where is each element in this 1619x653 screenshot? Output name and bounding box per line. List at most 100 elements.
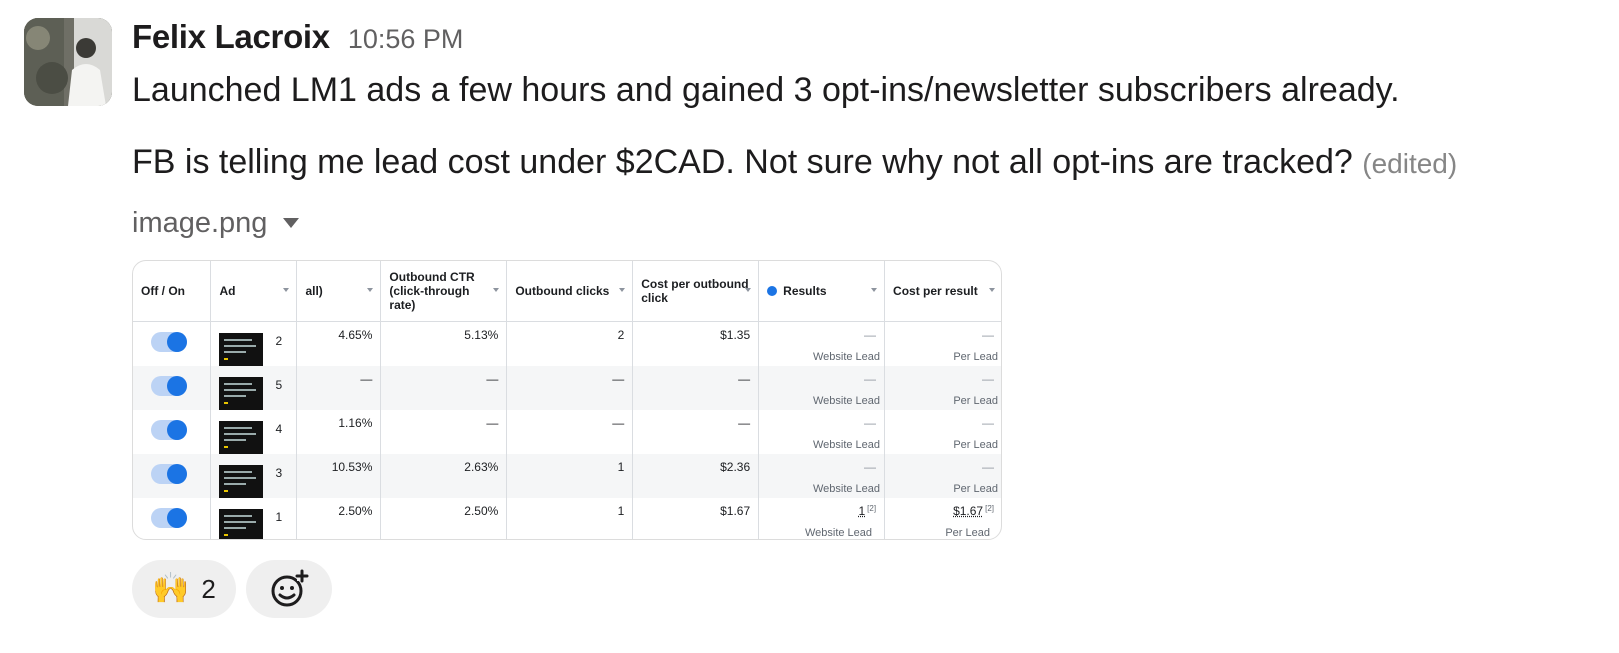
header-outbound-clicks: Outbound clicks: [506, 261, 634, 322]
cost-per-result-value: —: [982, 371, 994, 386]
ad-number: 4: [275, 421, 283, 436]
outbound-clicks-cell: —: [506, 409, 634, 454]
results-cell: 1 [2] Website Lead: [758, 497, 886, 539]
results-cell: — Website Lead: [758, 409, 886, 454]
header-results-label: Results: [783, 283, 827, 298]
message-timestamp[interactable]: 10:56 PM: [348, 24, 464, 55]
header-cost-per-result: Cost per result: [884, 261, 1001, 322]
results-value: —: [864, 327, 877, 342]
info-icon: [767, 285, 778, 296]
header-ad-label: Ad: [219, 283, 236, 298]
cost-per-result-value: —: [982, 327, 994, 342]
cost-per-outbound-cell: $1.67: [632, 497, 760, 539]
cost-per-result-cell: — Per Lead: [884, 409, 1001, 454]
toggle-knob: [167, 463, 187, 484]
ad-cell: 4: [210, 409, 298, 454]
table-body: 2 4.65% 5.13% 2 $1.35 — Website Lead — Per…: [133, 321, 1001, 539]
results-cell: — Website Lead: [758, 365, 886, 410]
header-ad: Ad: [210, 261, 298, 322]
cost-per-result-sublabel: Per Lead: [953, 394, 998, 407]
attachment-image[interactable]: Off / On Ad all) Outbound CTR (click-thr…: [132, 260, 1002, 540]
ad-toggle[interactable]: [151, 375, 187, 396]
ad-thumbnail: [219, 420, 264, 454]
outbound-clicks-cell: 1: [506, 497, 634, 539]
ad-number: 5: [275, 377, 283, 392]
results-sublabel: Website Lead: [812, 482, 881, 495]
outbound-ctr-cell: —: [380, 409, 508, 454]
ad-cell: 3: [210, 453, 298, 498]
outbound-ctr-cell: 2.63%: [380, 453, 508, 498]
ad-toggle[interactable]: [151, 419, 187, 440]
cost-per-result-value: —: [982, 459, 994, 474]
results-sublabel: Website Lead: [812, 350, 881, 363]
outbound-ctr-cell: 2.50%: [380, 497, 508, 539]
header-cost-per-result-label: Cost per result: [893, 283, 978, 298]
outbound-ctr-cell: —: [380, 365, 508, 410]
table-row: 2 4.65% 5.13% 2 $1.35 — Website Lead — Per…: [133, 321, 1001, 366]
ad-toggle[interactable]: [151, 507, 187, 528]
add-reaction-button[interactable]: [245, 560, 332, 618]
table-row: 1 2.50% 2.50% 1 $1.67 1 [2] Website Lead $…: [133, 497, 1001, 539]
toggle-cell: [133, 365, 212, 410]
results-sublabel: Website Lead: [812, 394, 881, 407]
results-cell: — Website Lead: [758, 453, 886, 498]
ctr-all-cell: 4.65%: [296, 321, 382, 366]
cost-per-outbound-cell: —: [632, 409, 760, 454]
chevron-down-icon[interactable]: [283, 218, 300, 228]
message-text-line-1: Launched LM1 ads a few hours and gained …: [132, 71, 1400, 109]
message-text-line-2: FB is telling me lead cost under $2CAD. …: [132, 140, 1592, 186]
header-off-on: Off / On: [133, 261, 212, 322]
ctr-all-cell: 2.50%: [296, 497, 382, 539]
table-row: 4 1.16% — — — — Website Lead — Per Lead: [133, 409, 1001, 454]
table-row: 3 10.53% 2.63% 1 $2.36 — Website Lead — Pe…: [133, 453, 1001, 498]
table-header-row: Off / On Ad all) Outbound CTR (click-thr…: [133, 261, 1001, 322]
ad-toggle[interactable]: [151, 331, 187, 352]
outbound-clicks-cell: 1: [506, 453, 634, 498]
sender-name[interactable]: Felix Lacroix: [132, 18, 330, 56]
ad-thumbnail: [219, 464, 264, 498]
toggle-knob: [167, 507, 187, 528]
results-value: —: [864, 415, 877, 430]
cost-per-result-cell: — Per Lead: [884, 321, 1001, 366]
results-value: 1: [858, 503, 866, 518]
edited-label: (edited): [1362, 148, 1458, 179]
outbound-clicks-cell: —: [506, 365, 634, 410]
results-value: —: [864, 371, 877, 386]
toggle-knob: [167, 331, 187, 352]
footnote-mark: [2]: [867, 503, 877, 513]
ad-thumbnail: [219, 376, 264, 410]
outbound-ctr-cell: 5.13%: [380, 321, 508, 366]
header-outbound-ctr-label: Outbound CTR (click-through rate): [389, 269, 475, 312]
cost-per-result-sublabel: Per Lead: [953, 438, 998, 451]
ad-cell-inner: 5: [219, 372, 288, 410]
sort-icon: [367, 288, 374, 292]
ad-cell: 2: [210, 321, 298, 366]
sort-icon: [493, 288, 500, 292]
ad-toggle[interactable]: [151, 463, 187, 484]
cost-per-result-sublabel: Per Lead: [945, 526, 990, 539]
ad-cell-inner: 4: [219, 416, 288, 454]
attachment-header: image.png: [132, 206, 1592, 240]
ad-cell-inner: 2: [219, 328, 288, 366]
sort-icon: [871, 288, 878, 292]
results-sublabel: Website Lead: [804, 526, 873, 539]
ad-number: 1: [275, 509, 283, 524]
cost-per-result-value: $1.67: [953, 503, 984, 518]
toggle-cell: [133, 453, 212, 498]
reaction-count: 2: [201, 573, 216, 604]
header-cost-per-outbound-label: Cost per outbound click: [641, 276, 749, 305]
reaction-raised-hands[interactable]: 🙌 2: [132, 560, 236, 618]
ad-number: 3: [275, 465, 283, 480]
cost-per-result-cell: — Per Lead: [884, 365, 1001, 410]
sort-icon: [619, 288, 626, 292]
ad-thumbnail: [219, 332, 264, 366]
avatar[interactable]: [24, 18, 112, 106]
message-content: Felix Lacroix 10:56 PM Launched LM1 ads …: [132, 18, 1592, 618]
cost-per-result-cell: — Per Lead: [884, 453, 1001, 498]
footnote-mark: [2]: [985, 503, 994, 513]
add-emoji-icon: [271, 569, 309, 607]
attachment-file-name[interactable]: image.png: [132, 207, 267, 240]
sort-icon: [283, 288, 290, 292]
ads-results-table: Off / On Ad all) Outbound CTR (click-thr…: [133, 261, 1001, 539]
cost-per-result-value: —: [982, 415, 994, 430]
